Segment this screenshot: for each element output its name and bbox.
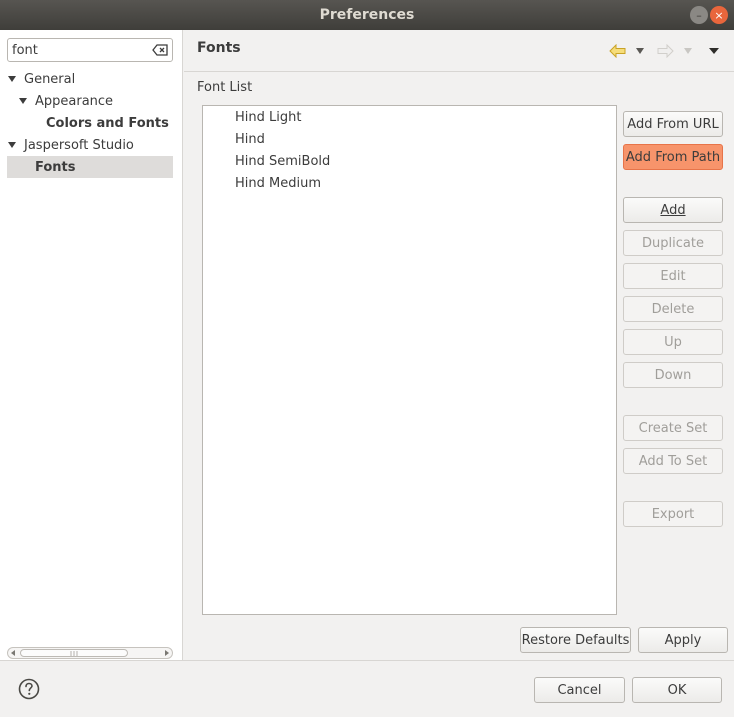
window-title: Preferences	[319, 7, 415, 23]
edit-button[interactable]: Edit	[623, 263, 723, 289]
tree-item-appearance[interactable]: Appearance	[0, 90, 183, 112]
close-window-button[interactable]: ×	[710, 6, 728, 24]
title-bar: Preferences	[0, 0, 734, 30]
create-set-button[interactable]: Create Set	[623, 415, 723, 441]
duplicate-button[interactable]: Duplicate	[623, 230, 723, 256]
tree-item-label: General	[24, 71, 76, 87]
minimize-icon: –	[696, 8, 702, 22]
font-list-item[interactable]: Hind	[235, 132, 265, 147]
preferences-tree-pane: General Appearance Colors and Fonts Jasp…	[0, 30, 183, 660]
page-title: Fonts	[197, 40, 241, 56]
apply-button[interactable]: Apply	[638, 627, 728, 653]
help-icon[interactable]	[18, 678, 40, 700]
add-button-label: Add	[660, 202, 686, 218]
tree-item-label: Appearance	[35, 93, 114, 109]
tree-item-general[interactable]: General	[0, 68, 183, 90]
scroll-right-icon[interactable]	[164, 650, 170, 656]
add-from-url-button[interactable]: Add From URL	[623, 111, 723, 137]
tree-item-fonts[interactable]: Fonts	[7, 156, 173, 178]
filter-input[interactable]	[12, 41, 147, 59]
tree-item-label: Colors and Fonts	[46, 115, 169, 131]
cancel-button[interactable]: Cancel	[534, 677, 625, 703]
font-list[interactable]: Hind Light Hind Hind SemiBold Hind Mediu…	[202, 105, 617, 615]
tree-item-label: Fonts	[35, 159, 76, 175]
restore-defaults-button[interactable]: Restore Defaults	[520, 627, 631, 653]
down-button[interactable]: Down	[623, 362, 723, 388]
dialog-footer: Cancel OK	[0, 660, 734, 717]
filter-box	[7, 38, 173, 62]
grip-icon	[70, 651, 78, 656]
expanded-triangle-icon[interactable]	[8, 141, 16, 149]
expanded-triangle-icon[interactable]	[19, 97, 27, 105]
minimize-button[interactable]: –	[690, 6, 708, 24]
font-list-label: Font List	[197, 80, 253, 95]
delete-button[interactable]: Delete	[623, 296, 723, 322]
scroll-left-icon[interactable]	[10, 650, 16, 656]
tree-item-jaspersoft-studio[interactable]: Jaspersoft Studio	[0, 134, 183, 156]
scrollbar-thumb[interactable]	[20, 649, 128, 657]
back-dropdown-icon[interactable]	[636, 48, 644, 54]
back-arrow-icon[interactable]	[609, 44, 627, 58]
add-to-set-button[interactable]: Add To Set	[623, 448, 723, 474]
up-button[interactable]: Up	[623, 329, 723, 355]
expanded-triangle-icon[interactable]	[8, 75, 16, 83]
export-button[interactable]: Export	[623, 501, 723, 527]
tree-item-label: Jaspersoft Studio	[24, 137, 134, 153]
font-list-item[interactable]: Hind SemiBold	[235, 154, 330, 169]
fonts-page: Fonts Font List Hind Light Hind Hind Sem…	[184, 30, 734, 660]
font-list-item[interactable]: Hind Light	[235, 110, 301, 125]
forward-dropdown-icon	[684, 48, 692, 54]
tree-item-colors-and-fonts[interactable]: Colors and Fonts	[0, 112, 183, 134]
view-menu-icon[interactable]	[709, 48, 719, 54]
horizontal-scrollbar[interactable]	[7, 647, 173, 659]
page-header: Fonts	[184, 30, 734, 72]
add-button[interactable]: Add	[623, 197, 723, 223]
font-list-item[interactable]: Hind Medium	[235, 176, 321, 191]
add-from-path-button[interactable]: Add From Path	[623, 144, 723, 170]
ok-button[interactable]: OK	[632, 677, 722, 703]
clear-filter-icon[interactable]	[152, 43, 168, 57]
forward-arrow-icon	[657, 44, 674, 58]
close-icon: ×	[714, 8, 724, 22]
